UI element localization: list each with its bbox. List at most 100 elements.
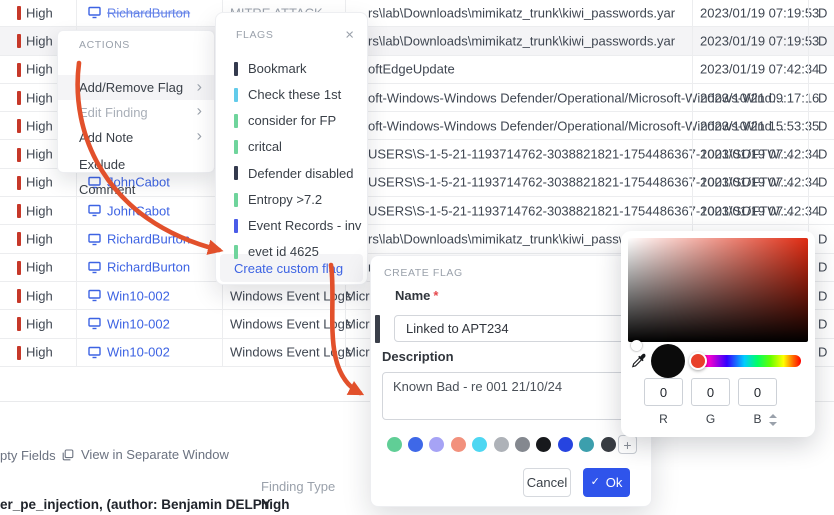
actions-context-menu: ACTIONS Add/Remove Flag›Edit Finding›Add… <box>57 30 215 173</box>
severity-bar <box>17 317 21 331</box>
add-color-button[interactable]: + <box>618 435 637 454</box>
table-row[interactable]: High RichardBurton MITRE ATTACK rs\lab\D… <box>0 0 834 27</box>
path-value: oftEdgeUpdate <box>368 62 455 77</box>
flag-item-bookmark[interactable]: Bookmark <box>216 59 367 79</box>
host-link[interactable]: Win10-002 <box>88 316 170 331</box>
create-flag-dialog: CREATE FLAG Name* Description Known Bad … <box>370 255 652 507</box>
host-link[interactable]: RichardBurton <box>88 232 190 247</box>
severity-bar <box>17 289 21 303</box>
menu-item-add-remove-flag[interactable]: Add/Remove Flag› <box>58 75 214 100</box>
current-color-preview <box>651 344 685 378</box>
blue-input[interactable] <box>738 378 777 406</box>
saturation-brightness-area[interactable] <box>628 238 808 342</box>
host-link[interactable]: Win10-002 <box>88 345 170 360</box>
severity-label: High <box>26 90 53 105</box>
name-label-text: Name <box>395 288 430 303</box>
view-separate-window-label: View in Separate Window <box>81 447 229 462</box>
artifact-type: Windows Event Logs <box>230 316 351 331</box>
color-swatch[interactable] <box>408 437 423 452</box>
hue-slider[interactable] <box>692 355 801 367</box>
host-link[interactable]: Win10-002 <box>88 288 170 303</box>
host-name: Win10-002 <box>107 316 170 331</box>
color-swatch[interactable] <box>515 437 530 452</box>
host-name: Win10-002 <box>107 288 170 303</box>
severity-bar <box>17 63 21 77</box>
eyedropper-icon[interactable] <box>630 352 648 370</box>
flag-item-check-these-1st[interactable]: Check these 1st <box>216 85 367 105</box>
green-input[interactable] <box>691 378 730 406</box>
flag-color-bar <box>234 88 238 102</box>
host-name: RichardBurton <box>107 5 190 20</box>
monitor-icon <box>88 261 101 273</box>
menu-item-comment[interactable]: Comment <box>58 177 214 202</box>
severity-bar <box>17 148 21 162</box>
color-swatch[interactable] <box>579 437 594 452</box>
rgb-mode-toggle-icon[interactable] <box>768 414 778 426</box>
extra-column-value: D <box>818 175 827 190</box>
severity-label: High <box>26 316 53 331</box>
color-swatch[interactable] <box>472 437 487 452</box>
color-swatch[interactable] <box>494 437 509 452</box>
severity-bar <box>17 91 21 105</box>
severity-bar <box>17 261 21 275</box>
menu-item-edit-finding[interactable]: Edit Finding› <box>58 100 214 125</box>
hue-slider-thumb[interactable] <box>689 352 707 370</box>
menu-item-label: Edit Finding <box>79 105 148 120</box>
flag-color-bar <box>234 140 238 154</box>
flag-item-defender-disabled[interactable]: Defender disabled <box>216 163 367 183</box>
severity-label: High <box>26 5 53 20</box>
severity-bar <box>17 204 21 218</box>
flag-item-critcal[interactable]: critcal <box>216 137 367 157</box>
monitor-icon <box>88 7 101 19</box>
severity-label: High <box>26 33 53 48</box>
timestamp-value: 2023/01/19 07:42:34 <box>700 203 819 218</box>
menu-item-exclude[interactable]: Exclude <box>58 152 214 177</box>
extra-column-value: D <box>818 147 827 162</box>
flag-item-label: Defender disabled <box>248 166 354 181</box>
severity-bar <box>17 119 21 133</box>
extra-column-value: D <box>818 5 827 20</box>
color-swatch[interactable] <box>451 437 466 452</box>
host-link[interactable]: JohnCabot <box>88 203 170 218</box>
timestamp-value: 2023/01/19 07:42:34 <box>700 147 819 162</box>
ok-button[interactable]: ✓ Ok <box>583 468 630 497</box>
flag-item-consider-for-fp[interactable]: consider for FP <box>216 111 367 131</box>
flag-item-event-records-inv[interactable]: Event Records - inv <box>216 216 367 236</box>
host-link[interactable]: RichardBurton <box>88 5 190 20</box>
timestamp-value: 2023/01/19 07:42:34 <box>700 62 819 77</box>
artifact-type: Windows Event Logs <box>230 288 351 303</box>
saturation-cursor[interactable] <box>631 340 642 351</box>
check-icon: ✓ <box>591 477 600 488</box>
flag-name-input[interactable] <box>394 315 639 342</box>
color-swatch[interactable] <box>536 437 551 452</box>
host-link[interactable]: RichardBurton <box>88 260 190 275</box>
flag-item-evet-id-4625[interactable]: evet id 4625 <box>216 242 367 262</box>
menu-item-add-note[interactable]: Add Note› <box>58 125 214 150</box>
close-icon[interactable]: × <box>345 28 354 43</box>
flag-description-input[interactable]: Known Bad - re 001 21/10/24 <box>382 372 640 420</box>
flag-color-bar <box>234 193 238 207</box>
color-swatch[interactable] <box>387 437 402 452</box>
flags-panel: FLAGS × Create custom flag BookmarkCheck… <box>215 12 368 285</box>
flag-item-entropy-7-2[interactable]: Entropy >7.2 <box>216 190 367 210</box>
red-input[interactable] <box>644 378 683 406</box>
color-swatch[interactable] <box>601 437 616 452</box>
host-name: JohnCabot <box>107 203 170 218</box>
view-separate-window-button[interactable]: View in Separate Window <box>62 447 229 462</box>
flag-item-label: consider for FP <box>248 113 336 128</box>
flag-color-bar <box>234 219 238 233</box>
create-flag-dialog-header: CREATE FLAG <box>384 267 463 279</box>
monitor-icon <box>88 205 101 217</box>
empty-fields-toggle[interactable]: pty Fields <box>0 448 56 463</box>
flag-color-bar <box>234 245 238 259</box>
flag-item-label: evet id 4625 <box>248 244 319 259</box>
extra-column-value: D <box>818 288 827 303</box>
color-swatch[interactable] <box>558 437 573 452</box>
app-screen: High RichardBurton MITRE ATTACK rs\lab\D… <box>0 0 834 515</box>
menu-item-label: Exclude <box>79 157 125 172</box>
severity-label: High <box>26 203 53 218</box>
cancel-button[interactable]: Cancel <box>523 468 571 497</box>
extra-column-value: D <box>818 118 827 133</box>
color-swatch[interactable] <box>429 437 444 452</box>
severity-bar <box>17 176 21 190</box>
